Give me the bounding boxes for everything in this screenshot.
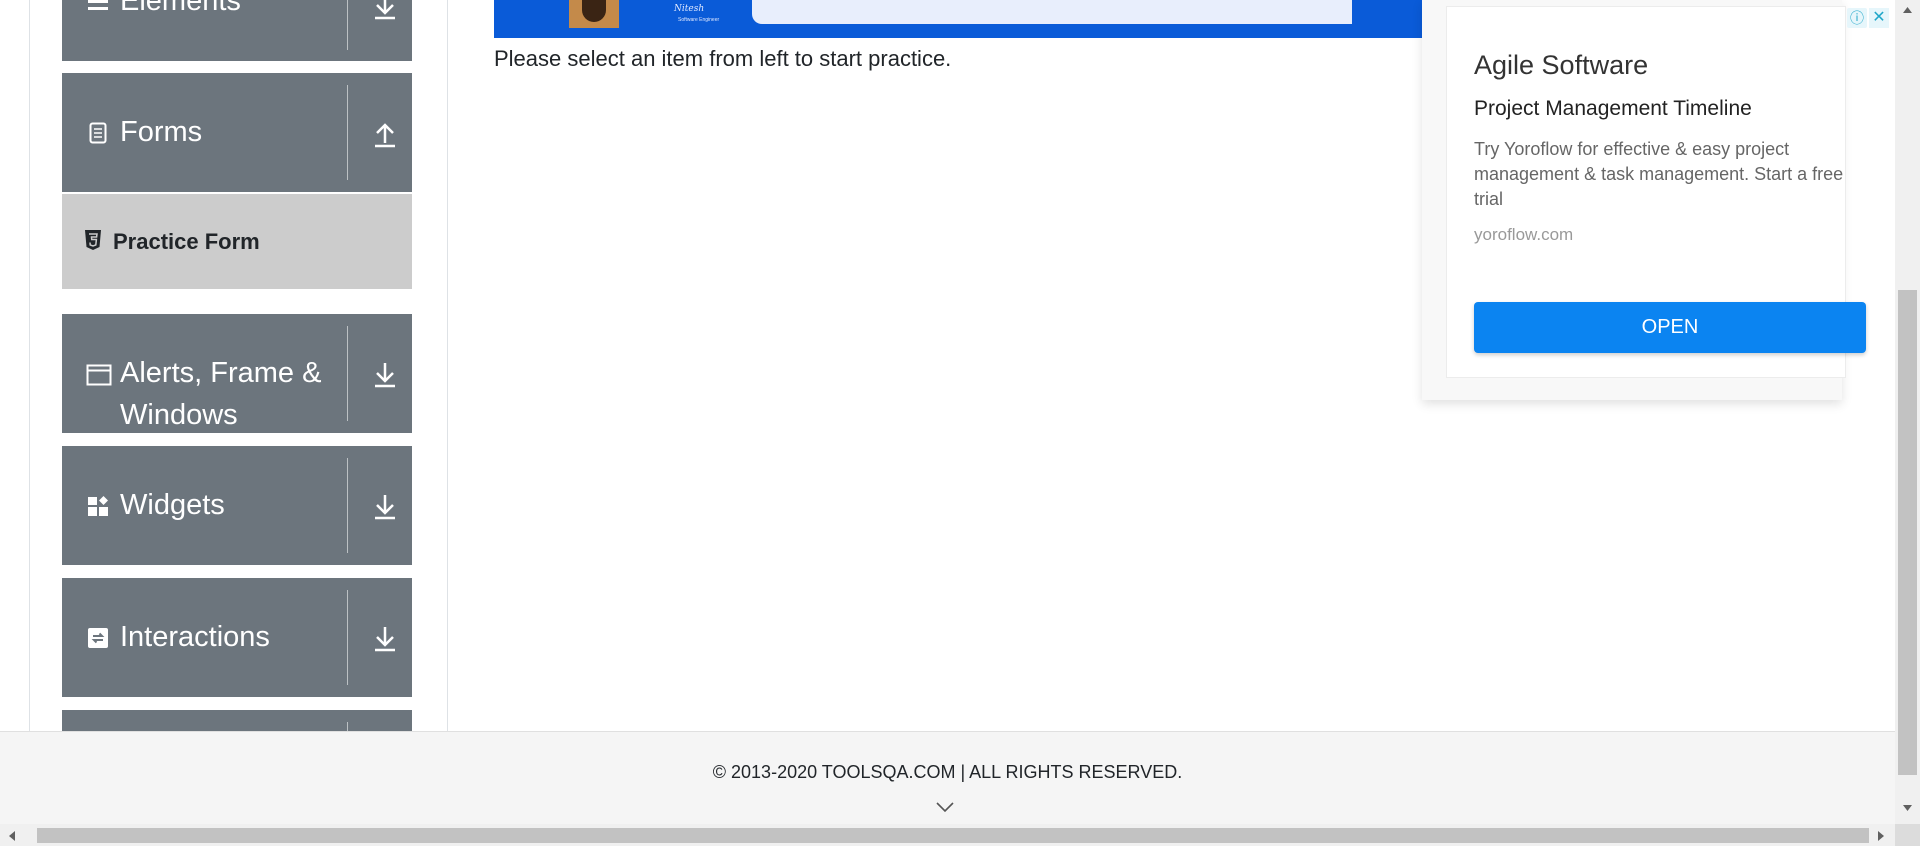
ad-subheadline[interactable]: Project Management Timeline: [1474, 97, 1752, 121]
download-arrow-icon: [375, 627, 395, 652]
scroll-up-arrow-icon[interactable]: [1898, 3, 1917, 17]
ad-headline[interactable]: Agile Software: [1474, 50, 1648, 81]
sidebar-group-next[interactable]: [62, 710, 412, 731]
footer-copyright: © 2013-2020 TOOLSQA.COM | ALL RIGHTS RES…: [712, 762, 1183, 782]
left-border: [29, 0, 30, 731]
sidebar-border: [447, 0, 448, 731]
sidebar-group-alerts-frame-windows[interactable]: Alerts, Frame & Windows: [62, 314, 412, 433]
download-arrow-icon: [375, 0, 395, 20]
page: Elements Forms Practice Form Alerts, Fra…: [0, 0, 1895, 731]
html5-icon: [85, 230, 101, 250]
ad-domain[interactable]: yoroflow.com: [1474, 225, 1573, 245]
banner-panel: [752, 0, 1352, 24]
sidebar-item-practice-form[interactable]: Practice Form: [62, 194, 412, 289]
sidebar-group-label-line2: Windows: [120, 399, 238, 431]
download-arrow-icon: [375, 363, 395, 388]
sidebar-group-label: Forms: [120, 116, 203, 148]
scroll-right-arrow-icon[interactable]: [1875, 829, 1887, 843]
footer: © 2013-2020 TOOLSQA.COM | ALL RIGHTS RES…: [0, 731, 1895, 824]
ad-close-icon[interactable]: ✕: [1869, 8, 1889, 28]
divider: [347, 722, 348, 731]
sidebar-group-label: Elements: [120, 0, 241, 17]
divider: [347, 326, 348, 421]
divider: [347, 0, 348, 50]
ad-info-icon[interactable]: ⓘ: [1847, 8, 1867, 28]
scroll-left-arrow-icon[interactable]: [6, 829, 18, 843]
sidebar-item-label: Practice Form: [113, 229, 260, 254]
top-banner[interactable]: Nitesh Software Engineer: [494, 0, 1424, 38]
list-icon: [87, 0, 109, 20]
ad-open-button[interactable]: OPEN: [1474, 302, 1866, 353]
sidebar-group-widgets[interactable]: Widgets: [62, 446, 412, 565]
interactions-icon: [87, 627, 109, 649]
sidebar-group-elements[interactable]: Elements: [62, 0, 412, 61]
scrollbar-corner: [1895, 824, 1920, 846]
upload-arrow-icon: [375, 123, 395, 148]
sidebar-group-label: Widgets: [120, 489, 225, 521]
banner-signature: Nitesh: [674, 4, 705, 14]
sidebar-group-forms[interactable]: Forms: [62, 73, 412, 192]
banner-role: Software Engineer: [678, 17, 720, 23]
divider: [347, 85, 348, 180]
divider: [347, 590, 348, 685]
download-arrow-icon: [375, 495, 395, 520]
sidebar-group-label-line1: Alerts, Frame &: [120, 357, 322, 389]
horizontal-scroll-thumb[interactable]: [37, 828, 1869, 843]
practice-prompt: Please select an item from left to start…: [494, 46, 952, 71]
vertical-scroll-thumb[interactable]: [1898, 290, 1917, 775]
window-icon: [86, 364, 112, 386]
divider: [347, 458, 348, 553]
document-icon: [87, 122, 109, 144]
widgets-icon: [87, 495, 109, 517]
sidebar-group-label: Interactions: [120, 621, 270, 653]
sidebar-group-interactions[interactable]: Interactions: [62, 578, 412, 697]
chevron-down-icon[interactable]: [935, 800, 955, 814]
scroll-down-arrow-icon[interactable]: [1898, 801, 1917, 815]
ad-body: Try Yoroflow for effective & easy projec…: [1474, 139, 1844, 209]
